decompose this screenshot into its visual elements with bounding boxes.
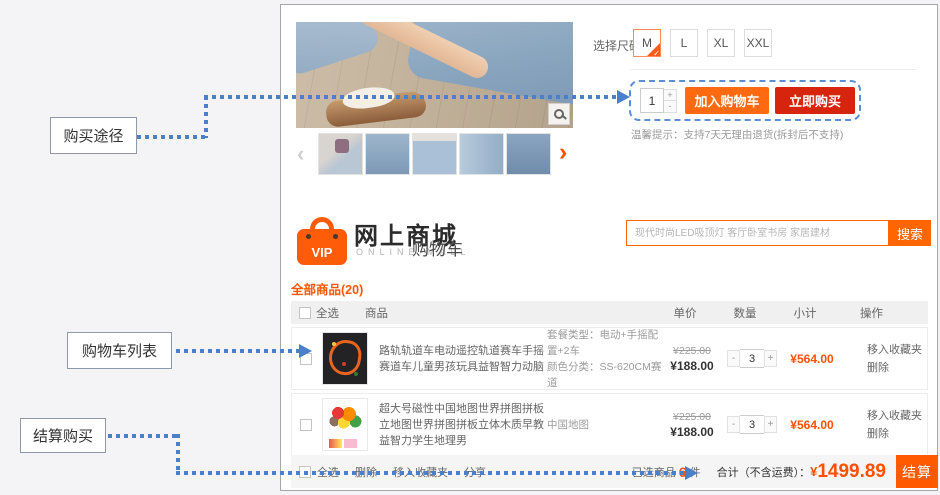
delete-link[interactable]: 删除 (867, 359, 927, 377)
quantity-column-label: 数量 (715, 305, 775, 321)
return-policy-tip: 温馨提示：支持7天无理由退货(拆封后不支持) (631, 127, 843, 142)
select-all-checkbox[interactable] (299, 307, 311, 319)
row-actions: 移入收藏夹 删除 (842, 407, 927, 443)
annotation-checkout: 结算购买 (20, 418, 106, 453)
annotation-purchase-path: 购买途径 (50, 117, 137, 154)
product-image-map[interactable] (322, 398, 368, 451)
mall-logo-icon[interactable]: VIP (297, 217, 347, 265)
row-actions: 移入收藏夹 删除 (842, 341, 927, 377)
gallery-prev-icon[interactable]: ‹ (297, 141, 304, 167)
quantity-increase-button[interactable]: + (664, 89, 677, 101)
total-label: 合计（不含运费）： (717, 464, 811, 480)
subtotal-value: ¥564.00 (782, 418, 842, 432)
search-button[interactable]: 搜索 (889, 220, 931, 246)
row-quantity-increase-button[interactable]: + (764, 416, 777, 433)
row-quantity-increase-button[interactable]: + (764, 350, 777, 367)
arrow-checkout-segment (176, 471, 686, 475)
product-title[interactable]: 路轨轨道车电动遥控轨道赛车手摇赛道车儿童男孩玩具益智智力动脑 (379, 343, 547, 375)
arrow-cart-list-head (299, 344, 312, 358)
quantity-cell: - + (722, 415, 782, 434)
total-currency: ¥ (810, 464, 817, 479)
arrow-purchase-path-segment (204, 95, 618, 99)
bag-body-shape: VIP (297, 229, 347, 265)
magnifier-icon (554, 109, 564, 119)
page-title: 购物车 (412, 235, 463, 260)
row-quantity-input[interactable] (740, 415, 764, 434)
product-title[interactable]: 超大号磁性中国地图世界拼图拼板立地图世界拼图拼板立体木质早教益智力学生地理男 (379, 401, 547, 449)
size-option-xxl[interactable]: XXL (744, 29, 772, 57)
move-to-favorites-link[interactable]: 移入收藏夹 (867, 407, 927, 425)
gallery-next-icon[interactable]: › (559, 138, 567, 167)
row-quantity-decrease-button[interactable]: - (727, 350, 740, 367)
arrow-checkout-head (685, 466, 698, 480)
subtotal-value: ¥564.00 (782, 352, 842, 366)
delete-link[interactable]: 删除 (867, 425, 927, 443)
cart-row: 路轨轨道车电动遥控轨道赛车手摇赛道车儿童男孩玩具益智智力动脑 套餐类型：电动+手… (291, 327, 928, 390)
size-option-l[interactable]: L (670, 29, 698, 57)
product-main-image[interactable] (296, 22, 573, 128)
main-panel: ‹ › 选择尺码: M L XL XXL + - 加入购物车 立即购买 温馨提示… (280, 4, 938, 491)
product-attributes: 中国地图 (547, 417, 662, 433)
cart-row: 超大号磁性中国地图世界拼图拼板立地图世界拼图拼板立体木质早教益智力学生地理男 中… (291, 393, 928, 456)
buy-now-button[interactable]: 立即购买 (775, 87, 855, 114)
arrow-purchase-path-segment (204, 96, 208, 138)
divider (631, 69, 916, 70)
row-quantity-input[interactable] (740, 349, 764, 368)
thumbnail-strip (318, 133, 551, 175)
purchase-highlight-zone: + - 加入购物车 立即购买 (629, 80, 861, 121)
price-cell: ¥225.00 ¥188.00 (662, 345, 722, 373)
subtotal-column-label: 小计 (775, 305, 835, 321)
quantity-cell: - + (722, 349, 782, 368)
arrow-checkout-segment (108, 434, 180, 438)
size-option-xl[interactable]: XL (707, 29, 735, 57)
cart-rows: 路轨轨道车电动遥控轨道赛车手摇赛道车儿童男孩玩具益智智力动脑 套餐类型：电动+手… (291, 327, 928, 459)
unit-price-column-label: 单价 (655, 305, 715, 321)
select-all-label: 全选 (316, 305, 339, 321)
quantity-stepper: + - (664, 89, 677, 113)
row-quantity-decrease-button[interactable]: - (727, 416, 740, 433)
current-price: ¥188.00 (662, 425, 722, 439)
price-cell: ¥225.00 ¥188.00 (662, 411, 722, 439)
checkout-button[interactable]: 结算 (896, 455, 938, 488)
product-image-racetrack[interactable] (322, 332, 368, 385)
size-options: M L XL XXL (633, 29, 772, 57)
product-attributes: 套餐类型：电动+手摇配置+2车 颜色分类：SS-620CM赛道 (547, 327, 662, 391)
cart-table-header: 全选 商品 单价 数量 小计 操作 (291, 301, 928, 324)
product-column-label: 商品 (365, 305, 388, 321)
arrow-purchase-path-head (617, 90, 630, 104)
quantity-decrease-button[interactable]: - (664, 101, 677, 113)
arrow-purchase-path-segment (137, 135, 209, 139)
image-zoom-button[interactable] (548, 103, 570, 125)
size-option-m[interactable]: M (633, 29, 661, 57)
original-price: ¥225.00 (662, 345, 722, 357)
original-price: ¥225.00 (662, 411, 722, 423)
total-value: 1499.89 (817, 461, 886, 483)
move-to-favorites-link[interactable]: 移入收藏夹 (867, 341, 927, 359)
thumbnail[interactable] (459, 133, 504, 175)
vip-badge: VIP (297, 245, 347, 260)
row-checkbox[interactable] (300, 419, 312, 431)
thumbnail[interactable] (318, 133, 363, 175)
action-column-label: 操作 (835, 305, 928, 321)
current-price: ¥188.00 (662, 359, 722, 373)
search-input[interactable] (626, 220, 889, 246)
arrow-checkout-segment (176, 434, 180, 474)
thumbnail[interactable] (365, 133, 410, 175)
annotation-cart-list: 购物车列表 (67, 332, 172, 369)
add-to-cart-button[interactable]: 加入购物车 (685, 87, 769, 114)
arrow-cart-list-segment (176, 349, 300, 353)
thumbnail[interactable] (412, 133, 457, 175)
thumbnail[interactable] (506, 133, 551, 175)
quantity-input[interactable] (640, 88, 664, 113)
